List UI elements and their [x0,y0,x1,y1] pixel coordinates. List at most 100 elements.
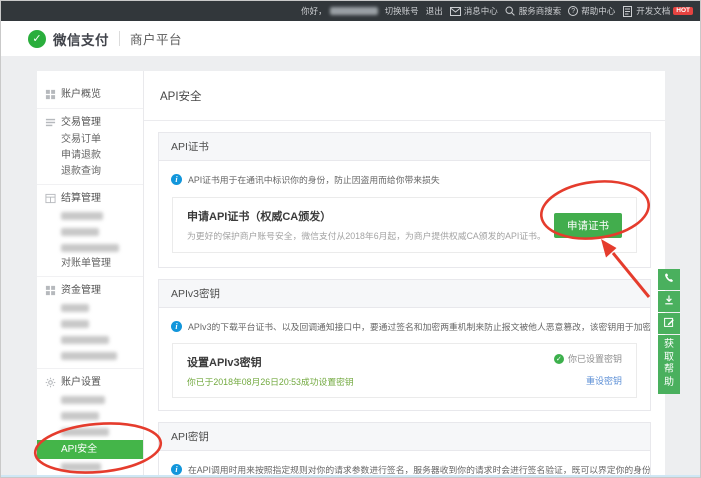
cert-apply-texts: 申请API证书（权威CA颁发） 为更好的保护商户账号安全，微信支付从2018年6… [187,208,546,242]
section-api-key-header: API密钥 [159,423,650,451]
sidebar-item-redacted[interactable] [37,348,143,364]
sidebar-item-label: 对账单管理 [61,256,111,272]
bottom-edge-strip [1,475,700,477]
envelope-icon [450,6,461,17]
sidebar-item-account-settings[interactable]: 账户设置 [37,373,143,392]
page-title-bar: API安全 [144,71,665,121]
sidebar-item-transaction-orders[interactable]: 交易订单 [37,132,143,148]
sidebar-item-label: 账户概览 [61,85,101,104]
sidebar-item-redacted[interactable] [37,300,143,316]
sidebar-item-settlement-management[interactable]: 结算管理 [37,189,143,208]
redacted-text [61,412,99,420]
service-search-link[interactable]: 服务商搜索 [505,5,562,17]
dev-docs-link[interactable]: 开发文档 HOT [622,5,693,17]
redacted-text [61,428,109,436]
main-content: API安全 API证书 i API证书用于在通讯中标识你的身份，防止因盗用而给你… [144,71,665,477]
redacted-text [61,228,99,236]
sidebar-item-label: 交易订单 [61,132,101,148]
sidebar-item-label: 资金管理 [61,281,101,300]
sidebar-item-redacted[interactable] [37,224,143,240]
switch-account-link[interactable]: 切换账号 [385,5,419,17]
sidebar-item-redacted[interactable] [37,392,143,408]
redacted-text [61,212,103,220]
cert-info-text: API证书用于在通讯中标识你的身份，防止因盗用而给你带来损失 [188,173,440,186]
sidebar-item-redacted[interactable] [37,208,143,224]
sidebar-item-label: 申请退款 [61,148,101,164]
section-api-certificate: API证书 i API证书用于在通讯中标识你的身份，防止因盗用而给你带来损失 申… [158,132,651,268]
sidebar-item-redacted[interactable] [37,424,143,440]
sidebar-item-label: 账户设置 [61,373,101,392]
wechat-pay-logo-icon: ✓ [28,30,46,48]
brand-header: ✓ 微信支付 商户平台 [1,21,700,56]
info-icon: i [171,464,182,475]
info-icon: i [171,174,182,185]
sidebar-item-redacted[interactable] [37,240,143,256]
section-apiv3-key-header: APIv3密钥 [159,280,650,308]
sidebar-item-label: 退款查询 [61,164,101,180]
document-icon [622,6,633,17]
sidebar-item-redacted[interactable] [37,332,143,348]
rows-icon [45,117,56,128]
apiv3-key-texts: 设置APIv3密钥 你已于2018年08月26日20:53成功设置密钥 [187,354,354,388]
reset-key-link[interactable]: 重设密钥 [586,376,622,386]
feedback-edit-button[interactable] [658,313,680,334]
sidebar-item-label: 结算管理 [61,189,101,208]
page-title: API安全 [160,88,202,104]
sidebar-item-refund-query[interactable]: 退款查询 [37,164,143,180]
phone-help-button[interactable] [658,269,680,290]
redacted-text [61,352,117,360]
sidebar: 账户概览交易管理交易订单申请退款退款查询结算管理对账单管理资金管理账户设置 API… [37,71,144,477]
apiv3-info-row: i APIv3的下载平台证书、以及回调通知接口中，要通过签名和加密两重机制来防止… [159,308,650,341]
sidebar-item-redacted[interactable] [37,408,143,424]
sidebar-item-statement-management[interactable]: 对账单管理 [37,256,143,272]
redacted-text [61,244,119,252]
section-api-key: API密钥 i 在API调用时用来按照指定规则对你的请求参数进行签名，服务器收到… [158,422,651,478]
get-help-button[interactable]: 获取帮助 [658,335,680,394]
message-center-link[interactable]: 消息中心 [450,5,498,17]
grid-icon [45,89,56,100]
sidebar-item-redacted[interactable] [37,316,143,332]
greeting: 你好， [301,5,378,17]
apiv3-status-line: ✓ 你已设置密钥 [554,352,622,365]
apply-certificate-button[interactable]: 申请证书 [554,213,622,238]
sidebar-section: 资金管理 [37,277,143,369]
sidebar-section: 交易管理交易订单申请退款退款查询 [37,109,143,185]
brand-product-name: 微信支付 [53,29,109,49]
redacted-text [61,304,89,312]
search-icon [505,6,516,17]
cert-apply-desc: 为更好的保护商户账号安全，微信支付从2018年6月起，为商户提供权威CA颁发的A… [187,229,546,242]
redacted-text [61,336,109,344]
floating-help-toolbar: 获取帮助 [658,269,680,394]
sidebar-item-funds-management[interactable]: 资金管理 [37,281,143,300]
redacted-text [61,396,105,404]
apikey-info-row: i 在API调用时用来按照指定规则对你的请求参数进行签名，服务器收到你的请求时会… [159,451,650,478]
section-apiv3-key: APIv3密钥 i APIv3的下载平台证书、以及回调通知接口中，要通过签名和加… [158,279,651,411]
greeting-text: 你好， [301,5,327,17]
apiv3-info-text: APIv3的下载平台证书、以及回调通知接口中，要通过签名和加密两重机制来防止报文… [188,320,650,333]
wechat-pay-merchant-page: 你好， 切换账号 退出 消息中心 服务商搜索 ? 帮助中心 开发文档 HOT [0,0,701,478]
logout-link[interactable]: 退出 [426,5,443,17]
section-api-certificate-header: API证书 [159,133,650,161]
phone-icon [663,271,675,289]
sidebar-item-apply-refund[interactable]: 申请退款 [37,148,143,164]
brand-portal-name: 商户平台 [130,29,182,48]
edit-icon [663,315,675,333]
sidebar-item-transaction-management[interactable]: 交易管理 [37,113,143,132]
check-circle-icon: ✓ [554,354,564,364]
sidebar-item-redacted[interactable] [37,459,143,475]
apiv3-key-title: 设置APIv3密钥 [187,354,354,370]
redacted-account-id [330,7,378,15]
sidebar-section: 账户设置 API安全 [37,369,143,478]
sidebar-item-api-security[interactable]: API安全 [37,440,143,459]
redacted-text [61,463,101,471]
sidebar-section: 结算管理对账单管理 [37,185,143,277]
info-icon: i [171,321,182,332]
redacted-text [61,320,89,328]
grid-icon [45,285,56,296]
sidebar-item-account-overview[interactable]: 账户概览 [37,85,143,104]
help-center-link[interactable]: ? 帮助中心 [568,5,615,17]
sidebar-item-label: API安全 [61,440,97,459]
cert-info-row: i API证书用于在通讯中标识你的身份，防止因盗用而给你带来损失 [159,161,650,195]
download-button[interactable] [658,291,680,312]
table-icon [45,193,56,204]
